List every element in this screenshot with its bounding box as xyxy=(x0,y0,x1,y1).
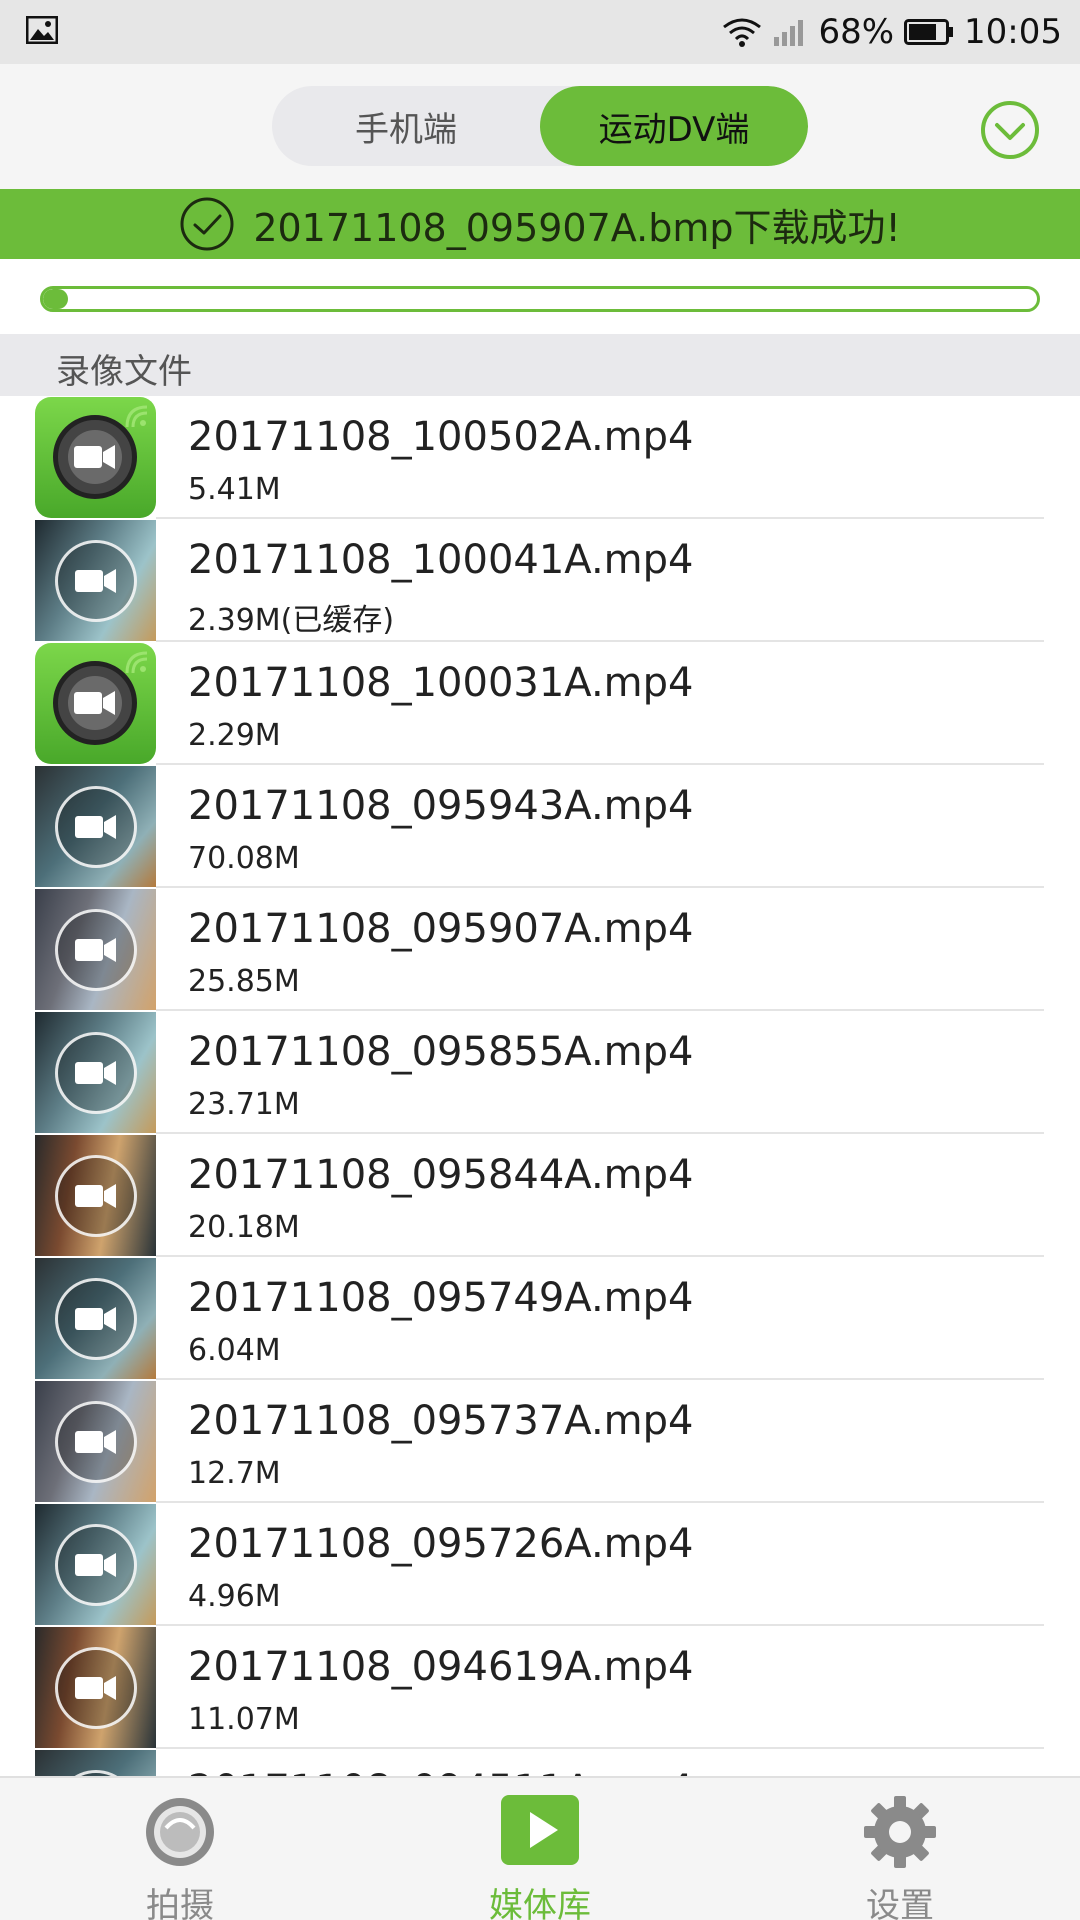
video-camera-icon xyxy=(75,1550,117,1580)
file-name: 20171108_094511A.mp4 xyxy=(188,1767,693,1776)
section-header: 录像文件 xyxy=(0,334,1080,396)
video-thumbnail xyxy=(35,1504,156,1625)
nav-capture[interactable]: 拍摄 xyxy=(80,1794,280,1920)
nav-media-library-label: 媒体库 xyxy=(489,1886,591,1920)
video-placeholder-thumbnail xyxy=(35,643,156,764)
video-camera-icon xyxy=(75,1673,117,1703)
bottom-navigation: 拍摄 媒体库 设置 xyxy=(0,1776,1080,1920)
list-item[interactable]: 20171108_100031A.mp4 2.29M xyxy=(0,642,1080,765)
wifi-wave-icon xyxy=(125,651,148,674)
file-name: 20171108_100502A.mp4 xyxy=(188,414,694,460)
banner-message: 20171108_095907A.bmp下载成功! xyxy=(253,205,901,250)
file-size: 12.7M xyxy=(188,1456,281,1491)
video-thumbnail xyxy=(35,1627,156,1748)
file-size: 23.71M xyxy=(188,1087,300,1122)
video-thumbnail xyxy=(35,1381,156,1502)
download-progress-bar xyxy=(40,286,1040,312)
list-item[interactable]: 20171108_095943A.mp4 70.08M xyxy=(0,765,1080,888)
settings-gear-icon xyxy=(864,1796,936,1868)
file-name: 20171108_095726A.mp4 xyxy=(188,1521,694,1567)
capture-icon xyxy=(146,1798,214,1866)
video-camera-icon xyxy=(75,1058,117,1088)
list-item[interactable]: 20171108_095737A.mp4 12.7M xyxy=(0,1380,1080,1503)
cell-signal-icon xyxy=(774,20,804,46)
video-thumbnail xyxy=(35,1012,156,1133)
list-item[interactable]: 20171108_100502A.mp4 5.41M xyxy=(0,396,1080,519)
list-item[interactable]: 20171108_095749A.mp4 6.04M xyxy=(0,1257,1080,1380)
battery-icon xyxy=(904,19,954,45)
video-camera-icon xyxy=(75,1181,117,1211)
file-name: 20171108_095855A.mp4 xyxy=(188,1029,694,1075)
nav-capture-label: 拍摄 xyxy=(146,1886,214,1920)
status-bar: 68% 10:05 xyxy=(0,0,1080,64)
source-segmented-control: 手机端 运动DV端 xyxy=(272,86,808,166)
file-size: 4.96M xyxy=(188,1579,281,1614)
nav-media-library[interactable]: 媒体库 xyxy=(440,1794,640,1920)
video-placeholder-thumbnail xyxy=(35,397,156,518)
section-title: 录像文件 xyxy=(56,352,192,392)
video-thumbnail xyxy=(35,1135,156,1256)
file-size: 70.08M xyxy=(188,841,300,876)
file-size: 20.18M xyxy=(188,1210,300,1245)
battery-percent: 68% xyxy=(818,12,895,52)
video-thumbnail xyxy=(35,1750,156,1776)
file-size: 5.41M xyxy=(188,472,281,507)
top-header: 手机端 运动DV端 xyxy=(0,64,1080,189)
video-camera-icon xyxy=(75,1427,117,1457)
file-name: 20171108_095844A.mp4 xyxy=(188,1152,694,1198)
download-success-banner: 20171108_095907A.bmp下载成功! xyxy=(0,189,1080,259)
list-item[interactable]: 20171108_094511A.mp4 xyxy=(0,1749,1080,1776)
file-name: 20171108_095749A.mp4 xyxy=(188,1275,694,1321)
tab-sport-dv[interactable]: 运动DV端 xyxy=(540,86,808,166)
media-library-icon xyxy=(501,1795,579,1865)
file-name: 20171108_095943A.mp4 xyxy=(188,783,694,829)
video-thumbnail xyxy=(35,766,156,887)
file-size: 11.07M xyxy=(188,1702,300,1737)
list-item[interactable]: 20171108_100041A.mp4 2.39M(已缓存) xyxy=(0,519,1080,642)
file-name: 20171108_100031A.mp4 xyxy=(188,660,694,706)
file-size: 2.29M xyxy=(188,718,281,753)
video-camera-icon xyxy=(75,812,117,842)
list-item[interactable]: 20171108_095844A.mp4 20.18M xyxy=(0,1134,1080,1257)
file-name: 20171108_095737A.mp4 xyxy=(188,1398,694,1444)
video-camera-icon xyxy=(75,566,117,596)
nav-settings[interactable]: 设置 xyxy=(800,1794,1000,1920)
file-size: 2.39M(已缓存) xyxy=(188,603,395,638)
video-camera-icon xyxy=(74,442,116,472)
list-item[interactable]: 20171108_095855A.mp4 23.71M xyxy=(0,1011,1080,1134)
wifi-wave-icon xyxy=(125,405,148,428)
video-thumbnail xyxy=(35,520,156,641)
tab-phone[interactable]: 手机端 xyxy=(272,86,540,166)
clock: 10:05 xyxy=(964,12,1062,52)
image-notification-icon xyxy=(26,16,58,44)
file-name: 20171108_100041A.mp4 xyxy=(188,537,694,583)
file-size: 25.85M xyxy=(188,964,300,999)
file-size: 6.04M xyxy=(188,1333,281,1368)
list-item[interactable]: 20171108_095726A.mp4 4.96M xyxy=(0,1503,1080,1626)
video-camera-icon xyxy=(75,935,117,965)
video-thumbnail xyxy=(35,1258,156,1379)
video-camera-icon xyxy=(74,688,116,718)
video-file-list[interactable]: 20171108_100502A.mp4 5.41M 20171108_100041… xyxy=(0,396,1080,1776)
check-circle-icon xyxy=(180,197,234,251)
list-item[interactable]: 20171108_094619A.mp4 11.07M xyxy=(0,1626,1080,1749)
wifi-icon xyxy=(723,18,762,47)
progress-fill xyxy=(43,289,68,309)
file-name: 20171108_094619A.mp4 xyxy=(188,1644,694,1690)
video-camera-icon xyxy=(75,1304,117,1334)
video-thumbnail xyxy=(35,889,156,1010)
nav-settings-label: 设置 xyxy=(866,1886,934,1920)
download-check-icon[interactable] xyxy=(980,100,1040,160)
file-name: 20171108_095907A.mp4 xyxy=(188,906,694,952)
list-item[interactable]: 20171108_095907A.mp4 25.85M xyxy=(0,888,1080,1011)
